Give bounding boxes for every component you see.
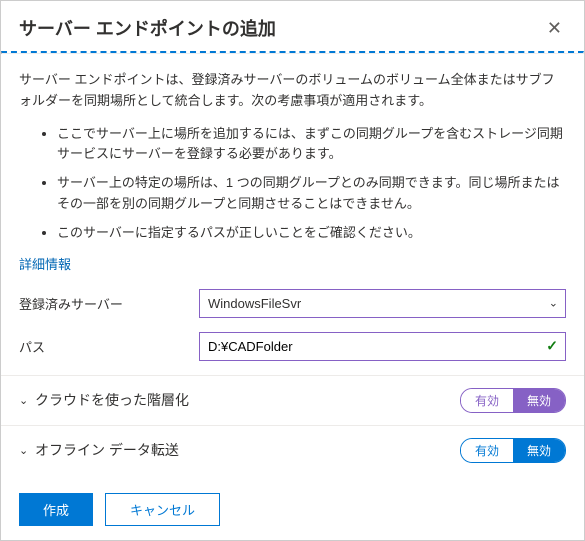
toggle-on-label: 有効	[461, 439, 513, 462]
cloud-tiering-toggle[interactable]: 有効 無効	[460, 388, 566, 413]
close-icon[interactable]: ✕	[543, 16, 566, 41]
bullet-item: サーバー上の特定の場所は、1 つの同期グループとのみ同期できます。同じ場所または…	[57, 173, 566, 215]
path-input[interactable]	[199, 332, 566, 361]
description-text: サーバー エンドポイントは、登録済みサーバーのボリュームのボリューム全体またはサ…	[19, 70, 566, 112]
chevron-down-icon[interactable]: ⌄	[19, 394, 35, 407]
cancel-button[interactable]: キャンセル	[105, 493, 220, 526]
create-button[interactable]: 作成	[19, 493, 93, 526]
bullet-item: このサーバーに指定するパスが正しいことをご確認ください。	[57, 223, 566, 244]
toggle-off-label: 無効	[513, 439, 565, 462]
panel-title: サーバー エンドポイントの追加	[19, 15, 543, 41]
bullet-item: ここでサーバー上に場所を追加するには、まずこの同期グループを含むストレージ同期サ…	[57, 124, 566, 166]
path-label: パス	[19, 337, 199, 356]
cloud-tiering-label: クラウドを使った階層化	[35, 390, 460, 410]
offline-transfer-label: オフライン データ転送	[35, 440, 460, 460]
toggle-on-label: 有効	[461, 389, 513, 412]
checkmark-icon: ✓	[546, 338, 558, 355]
toggle-off-label: 無効	[513, 389, 565, 412]
chevron-down-icon[interactable]: ⌄	[19, 444, 35, 457]
offline-transfer-toggle[interactable]: 有効 無効	[460, 438, 566, 463]
registered-server-select[interactable]: WindowsFileSvr	[199, 289, 566, 318]
more-info-link[interactable]: 詳細情報	[19, 254, 71, 273]
server-label: 登録済みサーバー	[19, 294, 199, 313]
